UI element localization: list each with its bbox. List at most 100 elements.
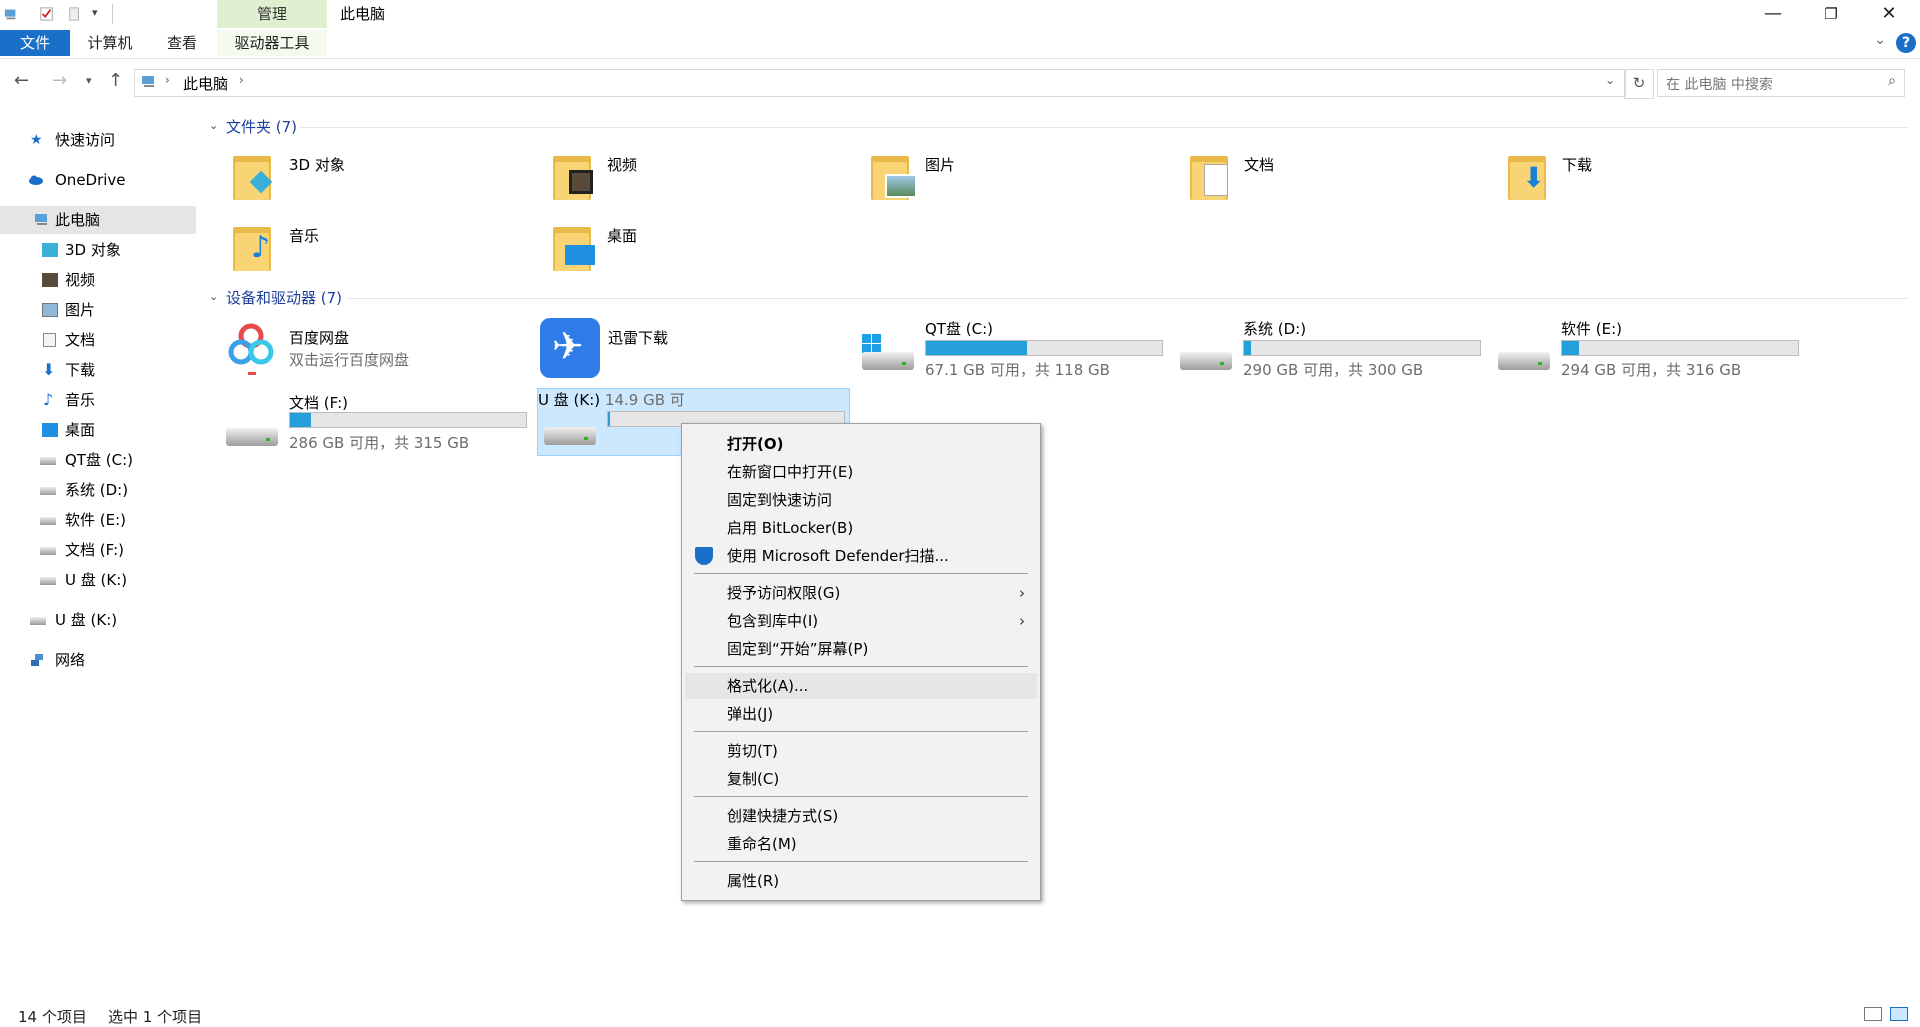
- nav-drive-f[interactable]: 文档 (F:): [0, 536, 196, 564]
- folder-pictures[interactable]: 图片: [867, 150, 1177, 216]
- drive-icon: [862, 344, 914, 370]
- menu-separator: [694, 573, 1028, 574]
- details-view-icon[interactable]: [1864, 1007, 1882, 1021]
- new-folder-icon[interactable]: [68, 6, 82, 22]
- tiles-view-icon[interactable]: [1890, 1007, 1908, 1021]
- nav-quick-access[interactable]: ★ 快速访问: [0, 126, 196, 154]
- folder-documents[interactable]: 文档: [1186, 150, 1496, 216]
- properties-icon[interactable]: [40, 6, 54, 22]
- search-icon[interactable]: ⌕: [1888, 73, 1896, 89]
- nav-usb-drive[interactable]: U 盘 (K:): [0, 606, 196, 634]
- address-dropdown-icon[interactable]: ⌄: [1605, 73, 1615, 87]
- nav-this-pc[interactable]: 此电脑: [0, 206, 196, 234]
- nav-drive-k[interactable]: U 盘 (K:): [0, 566, 196, 594]
- tab-view[interactable]: 查看: [152, 30, 212, 56]
- address-bar[interactable]: › 此电脑 › ⌄: [134, 69, 1626, 97]
- star-icon: ★: [30, 132, 43, 148]
- tab-drive-tools[interactable]: 驱动器工具: [217, 30, 327, 56]
- tab-file[interactable]: 文件: [0, 30, 70, 56]
- menu-rename[interactable]: 重命名(M): [685, 831, 1037, 857]
- customize-qat-icon[interactable]: ▾: [92, 6, 98, 19]
- help-button[interactable]: ?: [1896, 33, 1916, 53]
- search-input[interactable]: 在 此电脑 中搜索 ⌕: [1657, 69, 1905, 97]
- nav-music[interactable]: ♪ 音乐: [0, 386, 196, 414]
- folder-icon: [549, 221, 595, 271]
- nav-label: U 盘 (K:): [55, 611, 118, 629]
- nav-drive-c[interactable]: QT盘 (C:): [0, 446, 196, 474]
- shield-icon: [695, 547, 713, 565]
- menu-include-library[interactable]: 包含到库中(I) ›: [685, 608, 1037, 634]
- chevron-right-icon[interactable]: ›: [165, 73, 170, 87]
- menu-open[interactable]: 打开(O): [685, 431, 1037, 457]
- tab-computer[interactable]: 计算机: [80, 30, 140, 56]
- menu-enable-bitlocker[interactable]: 启用 BitLocker(B): [685, 515, 1037, 541]
- folder-music[interactable]: ♪ 音乐: [229, 221, 539, 287]
- expand-ribbon-icon[interactable]: ⌄: [1874, 32, 1886, 48]
- nav-documents[interactable]: 文档: [0, 326, 196, 354]
- usb-drive-icon: [40, 577, 56, 585]
- minimize-button[interactable]: —: [1744, 0, 1802, 30]
- chevron-right-icon[interactable]: ›: [239, 73, 244, 87]
- menu-separator: [694, 796, 1028, 797]
- up-arrow-icon[interactable]: ↑: [108, 70, 123, 91]
- nav-label: QT盘 (C:): [65, 451, 133, 469]
- maximize-button[interactable]: ❐: [1802, 0, 1860, 30]
- drive-usage-bar: [1561, 340, 1799, 356]
- menu-cut[interactable]: 剪切(T): [685, 738, 1037, 764]
- nav-3d-objects[interactable]: 3D 对象: [0, 236, 196, 264]
- collapse-group-icon[interactable]: ⌄: [209, 119, 218, 132]
- collapse-group-icon[interactable]: ⌄: [209, 290, 218, 303]
- app-xunlei-download[interactable]: ✈ 迅雷下载: [540, 318, 850, 384]
- menu-format[interactable]: 格式化(A)...: [685, 673, 1037, 699]
- folder-3d-objects[interactable]: 3D 对象: [229, 150, 539, 216]
- drive-d[interactable]: 系统 (D:) 290 GB 可用，共 300 GB: [1178, 318, 1488, 384]
- film-icon: [42, 273, 58, 287]
- submenu-arrow-icon: ›: [1019, 584, 1025, 602]
- picture-icon: [885, 174, 917, 198]
- drive-e[interactable]: 软件 (E:) 294 GB 可用，共 316 GB: [1496, 318, 1806, 384]
- drive-f[interactable]: 文档 (F:) 286 GB 可用，共 315 GB: [222, 390, 532, 456]
- nav-label: 文档 (F:): [65, 541, 124, 559]
- folder-label: 音乐: [289, 227, 320, 245]
- app-baidu-netdisk[interactable]: 百度网盘 双击运行百度网盘: [222, 318, 532, 384]
- folder-downloads[interactable]: ⬇ 下载: [1504, 150, 1814, 216]
- menu-create-shortcut[interactable]: 创建快捷方式(S): [685, 803, 1037, 829]
- close-button[interactable]: ✕: [1860, 0, 1918, 30]
- folder-label: 视频: [607, 156, 638, 174]
- nav-label: 下载: [65, 361, 96, 379]
- forward-arrow-icon[interactable]: →: [52, 70, 67, 91]
- menu-eject[interactable]: 弹出(J): [685, 701, 1037, 727]
- recent-locations-icon[interactable]: ▾: [86, 74, 92, 87]
- group-header-devices[interactable]: 设备和驱动器 (7): [226, 287, 342, 308]
- drive-c[interactable]: QT盘 (C:) 67.1 GB 可用，共 118 GB: [860, 318, 1170, 384]
- folder-icon: [1186, 150, 1232, 200]
- manage-tab[interactable]: 管理: [217, 0, 327, 28]
- folder-videos[interactable]: 视频: [549, 150, 859, 216]
- menu-copy[interactable]: 复制(C): [685, 766, 1037, 792]
- nav-drive-d[interactable]: 系统 (D:): [0, 476, 196, 504]
- nav-downloads[interactable]: ⬇ 下载: [0, 356, 196, 384]
- nav-onedrive[interactable]: OneDrive: [0, 166, 196, 194]
- nav-network[interactable]: 网络: [0, 646, 196, 674]
- nav-label: 图片: [65, 301, 96, 319]
- folder-desktop[interactable]: 桌面: [549, 221, 859, 287]
- refresh-icon[interactable]: ↻: [1624, 69, 1654, 99]
- menu-pin-start[interactable]: 固定到“开始”屏幕(P): [685, 636, 1037, 662]
- menu-open-new-window[interactable]: 在新窗口中打开(E): [685, 459, 1037, 485]
- menu-properties[interactable]: 属性(R): [685, 868, 1037, 894]
- drive-name: QT盘 (C:): [925, 320, 993, 338]
- nav-desktop[interactable]: 桌面: [0, 416, 196, 444]
- back-arrow-icon[interactable]: ←: [14, 70, 29, 91]
- nav-pictures[interactable]: 图片: [0, 296, 196, 324]
- menu-pin-quick-access[interactable]: 固定到快速访问: [685, 487, 1037, 513]
- menu-give-access[interactable]: 授予访问权限(G) ›: [685, 580, 1037, 606]
- nav-drive-e[interactable]: 软件 (E:): [0, 506, 196, 534]
- document-icon: [43, 333, 56, 347]
- nav-label: 系统 (D:): [65, 481, 129, 499]
- drive-usage-bar: [1243, 340, 1481, 356]
- nav-videos[interactable]: 视频: [0, 266, 196, 294]
- group-header-folders[interactable]: 文件夹 (7): [226, 116, 297, 137]
- breadcrumb-this-pc[interactable]: 此电脑: [183, 73, 228, 94]
- menu-defender-scan[interactable]: 使用 Microsoft Defender扫描...: [685, 543, 1037, 569]
- network-icon: [31, 654, 43, 666]
